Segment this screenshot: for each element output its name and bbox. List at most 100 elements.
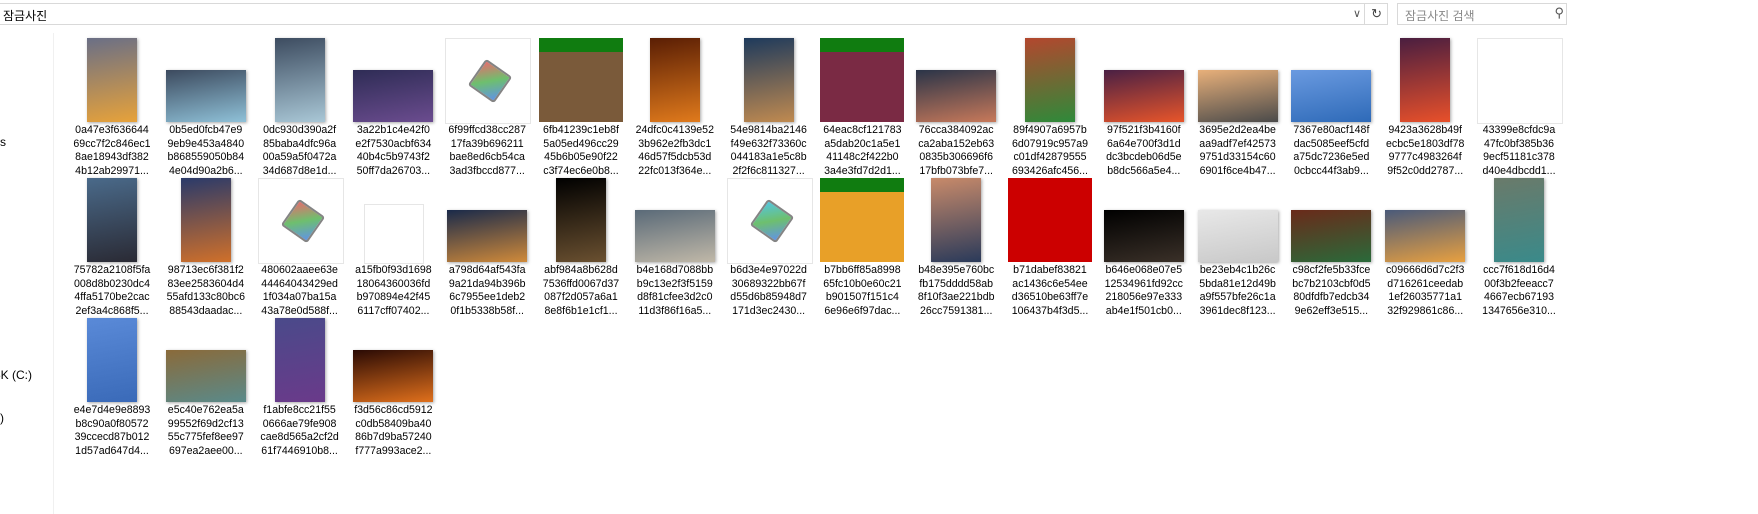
file-item[interactable]: 97f521f3b4160f 6a64e700f3d1d dc3bcdeb06d5e… [1097, 38, 1191, 178]
file-name-line: d716261ceedab [1387, 277, 1464, 290]
file-name: 64eac8cf121783 a5dab20c1a5e1 41148c2f422b0… [815, 124, 909, 179]
file-item[interactable]: 6fb41239c1eb8f 5a05ed496cc29 45b6b05e90f22… [534, 38, 628, 178]
file-name-line: c98cf2fe5b33fce [1292, 264, 1371, 276]
file-name-line: a75dc7236e5ed [1293, 151, 1370, 164]
file-item[interactable]: 64eac8cf121783 a5dab20c1a5e1 41148c2f422b0… [815, 38, 909, 178]
refresh-icon[interactable]: ↻ [1371, 6, 1382, 22]
file-item[interactable]: e4e7d4e9e8893 b8c90a0f80572 39ccecd87b012 1… [65, 318, 159, 458]
file-item[interactable]: c09666d6d7c2f3 d716261ceedab 1ef26035771a1… [1378, 178, 1472, 318]
thumbnail [445, 178, 529, 262]
thumbnail [351, 318, 435, 402]
file-name-line: 106437b4f3d5... [1011, 305, 1089, 318]
address-path[interactable]: 잠금사진 [3, 7, 47, 24]
file-item[interactable]: be23eb4c1b26c 5bda81e12d49b a9f557bfe26c1a… [1191, 178, 1285, 318]
file-name-line: 46d57f5dcb53d [638, 151, 712, 164]
file-item[interactable]: c98cf2fe5b33fce bc7b2103cbf0d5 80dfdfb7edc… [1284, 178, 1378, 318]
file-name: b646e068e07e5 12534961fd92cc 218056e97e333… [1097, 264, 1191, 319]
file-item[interactable]: 43399e8cfdc9a 47fc0bf385b36 9ecf51181c378 d… [1472, 38, 1566, 178]
file-name-line: 98713ec6f381f2 [167, 264, 244, 276]
nav-item[interactable]: s [0, 135, 6, 149]
file-name-line: c01df42879555 [1013, 151, 1087, 164]
file-name: f1abfe8cc21f55 0666ae79fe908 cae8d565a2cf2… [253, 404, 347, 459]
file-name-line: 3ad3fbccd877... [449, 165, 525, 178]
file-name-line: dac5085eef5cfd [1293, 137, 1370, 150]
file-item[interactable]: a15fb0f93d1698 18064360036fd b970894e42f45… [346, 178, 440, 318]
thumbnail-image [1197, 210, 1278, 262]
file-item[interactable]: b6d3e4e97022d 30689322bb67f d55d6b85948d7 1… [722, 178, 816, 318]
file-name-line: 3b962e2fb3dc1 [638, 137, 712, 150]
file-name-line: 6a64e700f3d1d [1106, 137, 1181, 150]
divider [1364, 4, 1365, 24]
file-name-line: 3a4e3fd7d2d1... [824, 165, 901, 178]
file-name-line: be23eb4c1b26c [1199, 264, 1276, 276]
file-name-line: 11d3f86f16a5... [638, 305, 712, 318]
file-name-line: 9eb9e453a4840 [167, 137, 245, 150]
chevron-down-icon[interactable]: ∨ [1353, 7, 1361, 20]
file-name: 43399e8cfdc9a 47fc0bf385b36 9ecf51181c378 d… [1472, 124, 1566, 179]
file-item[interactable]: abf984a8b628d 7536ffd0067d37 087f2d057a6a1… [534, 178, 628, 318]
thumbnail [70, 38, 154, 122]
file-item[interactable]: b4e168d7088bb b9c13e2f3f5159 d8f81cfee3d2c… [628, 178, 722, 318]
thumbnail-image [743, 38, 794, 122]
thumbnail [539, 178, 623, 262]
file-item[interactable]: ccc7f618d16d4 00f3b2feeacc7 4667ecb67193 13… [1472, 178, 1566, 318]
address-bar[interactable]: 잠금사진 ∨ ↻ [0, 3, 1388, 25]
file-name: e5c40e762ea5a 99552f69d2cf13 55c775fef8ee9… [159, 404, 253, 459]
file-name-line: 30689322bb67f [731, 277, 806, 290]
file-item[interactable]: 76cca384092ac ca2aba152eb63 0835b306696f6 1… [909, 38, 1003, 178]
nav-item-drive-c[interactable]: 5K (C:) [0, 368, 32, 382]
file-item[interactable]: f3d56c86cd5912 c0db58409ba40 86b7d9ba57240… [346, 318, 440, 458]
file-name-line: 17bfb073bfe7... [919, 165, 993, 178]
file-name-line: 0835b306696f6 [919, 151, 994, 164]
search-box[interactable]: 잠금사진 검색 ⚲ [1397, 3, 1567, 25]
file-item[interactable]: a798d64af543fa 9a21da94b396b 6c7955ee1deb2… [440, 178, 534, 318]
file-item[interactable]: 9423a3628b49f ecbc5e1803df78 9777c4983264f… [1378, 38, 1472, 178]
file-item[interactable]: b48e395e760bc fb175dddd58ab 8f10f3ae221bdb… [909, 178, 1003, 318]
file-name-line: 32f929861c86... [1387, 305, 1464, 318]
file-item[interactable]: 89f4907a6957b 6d07919c957a9 c01df42879555 6… [1003, 38, 1097, 178]
thumbnail-image [353, 350, 434, 402]
file-name-line: 47fc0bf385b36 [1483, 137, 1555, 150]
nav-item[interactable]: ) [0, 411, 4, 425]
file-item[interactable]: e5c40e762ea5a 99552f69d2cf13 55c775fef8ee9… [159, 318, 253, 458]
file-name-line: 693426afc456... [1012, 165, 1088, 178]
file-name-line: b901507f151c4 [825, 291, 899, 304]
file-name-line: f3d56c86cd5912 [354, 404, 433, 416]
thumbnail [914, 38, 998, 122]
search-input[interactable]: 잠금사진 검색 [1405, 7, 1475, 24]
file-item[interactable]: f1abfe8cc21f55 0666ae79fe908 cae8d565a2cf2… [253, 318, 347, 458]
file-item[interactable]: 0dc930d390a2f 85baba4dfc96a 00a59a5f0472a 3… [253, 38, 347, 178]
file-name: 7367e80acf148f dac5085eef5cfd a75dc7236e5e… [1284, 124, 1378, 179]
thumbnail-image [364, 204, 425, 264]
thumbnail [164, 318, 248, 402]
file-name-line: 12534961fd92cc [1104, 277, 1183, 290]
file-name-line: ccc7f618d16d4 [1483, 264, 1555, 276]
file-item[interactable]: 24dfc0c4139e52 3b962e2fb3dc1 46d57f5dcb53d… [628, 38, 722, 178]
file-name-line: bc7b2103cbf0d5 [1292, 277, 1371, 290]
file-item[interactable]: 6f99ffcd38cc287 17fa39b696211 bae8ed6cb54c… [440, 38, 534, 178]
thumbnail-image [1400, 38, 1451, 122]
file-item[interactable]: 480602aaee63e 44464043429ed 1f034a07ba15a 4… [253, 178, 347, 318]
app-logo-icon [749, 198, 794, 244]
thumbnail [258, 318, 342, 402]
file-item[interactable]: b646e068e07e5 12534961fd92cc 218056e97e333… [1097, 178, 1191, 318]
file-item[interactable]: 75782a2108f5fa 008d8b0230dc4 4ffa5170be2ca… [65, 178, 159, 318]
file-item[interactable]: 3a22b1c4e42f0 e2f7530acbf634 40b4c5b9743f2… [346, 38, 440, 178]
file-name-line: 4e04d90a2b6... [168, 165, 243, 178]
thumbnail [1196, 178, 1280, 262]
thumbnail-image [634, 210, 715, 262]
file-item[interactable]: 54e9814ba2146 f49e632f73360c 044183a1e5c8b… [722, 38, 816, 178]
file-name-line: 6117cff07402... [357, 305, 430, 318]
file-name-line: 40b4c5b9743f2 [356, 151, 430, 164]
file-item[interactable]: 3695e2d2ea4be aa9adf7ef42573 9751d33154c60… [1191, 38, 1285, 178]
file-item[interactable]: 0a47e3f636644 69cc7f2c846ec1 8ae18943df382… [65, 38, 159, 178]
file-name-line: 22fc013f364e... [638, 165, 712, 178]
file-item[interactable]: 7367e80acf148f dac5085eef5cfd a75dc7236e5e… [1284, 38, 1378, 178]
file-name: 9423a3628b49f ecbc5e1803df78 9777c4983264f… [1378, 124, 1472, 179]
file-item[interactable]: 0b5ed0fcb47e9 9eb9e453a4840 b868559050b84 4… [159, 38, 253, 178]
file-item[interactable]: 98713ec6f381f2 83ee2583604d4 55afd133c80bc… [159, 178, 253, 318]
search-icon[interactable]: ⚲ [1554, 5, 1564, 21]
file-item[interactable]: b7bb6ff85a8998 65fc10b0e60c21 b901507f151c… [815, 178, 909, 318]
file-item[interactable]: b71dabef83821 ac1436c6e54ee d36510be63ff7e… [1003, 178, 1097, 318]
file-name: 0dc930d390a2f 85baba4dfc96a 00a59a5f0472a 3… [253, 124, 347, 179]
